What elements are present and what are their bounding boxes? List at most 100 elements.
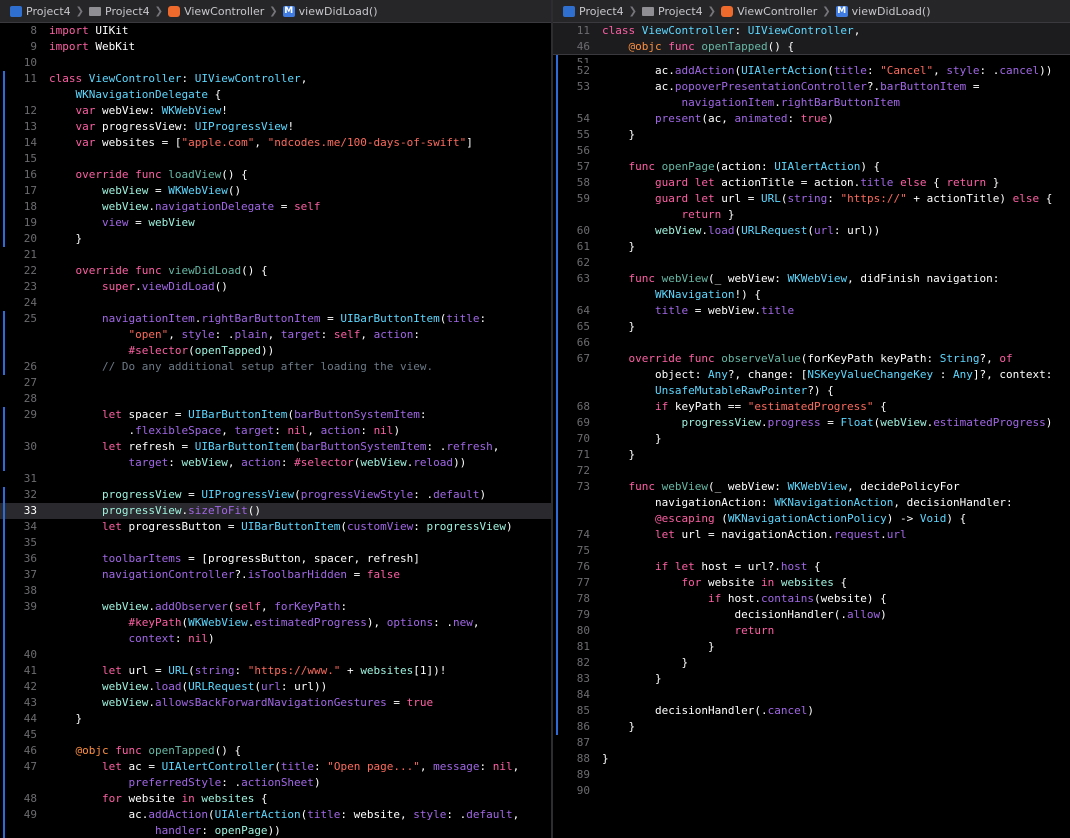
code-line[interactable]: target: webView, action: #selector(webVi… <box>0 455 551 471</box>
code-line[interactable]: navigationAction: WKNavigationAction, de… <box>553 495 1070 511</box>
sticky-header-line[interactable]: 11 class ViewController: UIViewController… <box>553 23 1070 39</box>
code-line[interactable]: 43 webView.allowsBackForwardNavigationGe… <box>0 695 551 711</box>
code-line[interactable]: 22 override func viewDidLoad() { <box>0 263 551 279</box>
code-line[interactable]: 84 <box>553 687 1070 703</box>
code-line[interactable]: 33 progressView.sizeToFit() <box>0 503 551 519</box>
code-line[interactable]: 23 super.viewDidLoad() <box>0 279 551 295</box>
code-line[interactable]: #selector(openTapped)) <box>0 343 551 359</box>
code-line[interactable]: 90 <box>553 783 1070 799</box>
code-line[interactable]: .flexibleSpace, target: nil, action: nil… <box>0 423 551 439</box>
code-line[interactable]: 8 import UIKit <box>0 23 551 39</box>
left-editor-pane[interactable]: Project4 ❯ Project4 ❯ ViewController ❯ MviewDi… <box>0 0 551 838</box>
breadcrumb-item[interactable]: ViewController <box>168 5 264 18</box>
code-line[interactable]: 37 navigationController?.isToolbarHidden… <box>0 567 551 583</box>
code-line[interactable]: 55 } <box>553 127 1070 143</box>
code-line[interactable]: 41 let url = URL(string: "https://www." … <box>0 663 551 679</box>
code-line[interactable]: 81 } <box>553 639 1070 655</box>
code-line[interactable]: 63 func webView(_ webView: WKWebView, di… <box>553 271 1070 287</box>
code-line[interactable]: 26 // Do any additional setup after load… <box>0 359 551 375</box>
code-line[interactable]: 28 <box>0 391 551 407</box>
code-line[interactable]: 58 guard let actionTitle = action.title … <box>553 175 1070 191</box>
code-line[interactable]: #keyPath(WKWebView.estimatedProgress), o… <box>0 615 551 631</box>
code-line[interactable]: 64 title = webView.title <box>553 303 1070 319</box>
code-line[interactable]: "open", style: .plain, target: self, act… <box>0 327 551 343</box>
code-line[interactable]: 45 <box>0 727 551 743</box>
code-line[interactable]: 70 } <box>553 431 1070 447</box>
breadcrumb-item[interactable]: Project4 <box>563 5 624 18</box>
breadcrumb-item[interactable]: Project4 <box>89 5 150 18</box>
code-line[interactable]: 86 } <box>553 719 1070 735</box>
code-line[interactable]: 34 let progressButton = UIBarButtonItem(… <box>0 519 551 535</box>
code-line[interactable]: 51 <box>553 55 1070 63</box>
code-line[interactable]: 88} <box>553 751 1070 767</box>
breadcrumb-item[interactable]: Project4 <box>642 5 703 18</box>
code-line[interactable]: 9 import WebKit <box>0 39 551 55</box>
code-line[interactable]: 74 let url = navigationAction.request.ur… <box>553 527 1070 543</box>
code-line[interactable]: 36 toolbarItems = [progressButton, space… <box>0 551 551 567</box>
code-line[interactable]: 62 <box>553 255 1070 271</box>
code-line[interactable]: 89 <box>553 767 1070 783</box>
code-line[interactable]: 47 let ac = UIAlertController(title: "Op… <box>0 759 551 775</box>
code-line[interactable]: @escaping (WKNavigationActionPolicy) -> … <box>553 511 1070 527</box>
code-line[interactable]: 27 <box>0 375 551 391</box>
code-line[interactable]: 32 progressView = UIProgressView(progres… <box>0 487 551 503</box>
code-line[interactable]: 46 @objc func openTapped() { <box>0 743 551 759</box>
code-line[interactable]: 49 ac.addAction(UIAlertAction(title: web… <box>0 807 551 823</box>
code-line[interactable]: 16 override func loadView() { <box>0 167 551 183</box>
code-line[interactable]: 44 } <box>0 711 551 727</box>
code-line[interactable]: WKNavigation!) { <box>553 287 1070 303</box>
code-line[interactable]: 82 } <box>553 655 1070 671</box>
code-line[interactable]: 66 <box>553 335 1070 351</box>
code-line[interactable]: 53 ac.popoverPresentationController?.bar… <box>553 79 1070 95</box>
code-line[interactable]: 42 webView.load(URLRequest(url: url)) <box>0 679 551 695</box>
code-line[interactable]: UnsafeMutableRawPointer?) { <box>553 383 1070 399</box>
code-line[interactable]: 20 } <box>0 231 551 247</box>
code-line[interactable]: 61 } <box>553 239 1070 255</box>
code-line[interactable]: 83 } <box>553 671 1070 687</box>
code-line[interactable]: WKNavigationDelegate { <box>0 87 551 103</box>
code-line[interactable]: 25 navigationItem.rightBarButtonItem = U… <box>0 311 551 327</box>
code-line[interactable]: 73 func webView(_ webView: WKWebView, de… <box>553 479 1070 495</box>
sticky-header-line[interactable]: 46 @objc func openTapped() { <box>553 39 1070 55</box>
breadcrumb-item[interactable]: Project4 <box>10 5 71 18</box>
code-line[interactable]: 78 if host.contains(website) { <box>553 591 1070 607</box>
code-line[interactable]: 65 } <box>553 319 1070 335</box>
code-line[interactable]: 38 <box>0 583 551 599</box>
code-line[interactable]: 10 <box>0 55 551 71</box>
code-line[interactable]: 21 <box>0 247 551 263</box>
code-line[interactable]: navigationItem.rightBarButtonItem <box>553 95 1070 111</box>
code-line[interactable]: 72 <box>553 463 1070 479</box>
code-line[interactable]: 14 var websites = ["apple.com", "ndcodes… <box>0 135 551 151</box>
breadcrumb-item[interactable]: MviewDidLoad() <box>835 5 930 18</box>
code-line[interactable]: 30 let refresh = UIBarButtonItem(barButt… <box>0 439 551 455</box>
left-code-area[interactable]: 8 import UIKit 9 import WebKit 10 11 class Vie… <box>0 23 551 838</box>
code-line[interactable]: object: Any?, change: [NSKeyValueChangeK… <box>553 367 1070 383</box>
code-line[interactable]: 75 <box>553 543 1070 559</box>
code-line[interactable]: 80 return <box>553 623 1070 639</box>
code-line[interactable]: 29 let spacer = UIBarButtonItem(barButto… <box>0 407 551 423</box>
breadcrumb-item[interactable]: ViewController <box>721 5 817 18</box>
code-line[interactable]: context: nil) <box>0 631 551 647</box>
right-code-area[interactable]: 11 class ViewController: UIViewController… <box>553 23 1070 838</box>
code-line[interactable]: 48 for website in websites { <box>0 791 551 807</box>
code-line[interactable]: 17 webView = WKWebView() <box>0 183 551 199</box>
code-line[interactable]: 69 progressView.progress = Float(webView… <box>553 415 1070 431</box>
code-line[interactable]: handler: openPage)) <box>0 823 551 838</box>
code-line[interactable]: 67 override func observeValue(forKeyPath… <box>553 351 1070 367</box>
code-line[interactable]: 57 func openPage(action: UIAlertAction) … <box>553 159 1070 175</box>
code-line[interactable]: 76 if let host = url?.host { <box>553 559 1070 575</box>
code-line[interactable]: 85 decisionHandler(.cancel) <box>553 703 1070 719</box>
code-line[interactable]: 12 var webView: WKWebView! <box>0 103 551 119</box>
code-line[interactable]: 18 webView.navigationDelegate = self <box>0 199 551 215</box>
right-editor-pane[interactable]: Project4 ❯ Project4 ❯ ViewController ❯ MviewDi… <box>553 0 1070 838</box>
code-line[interactable]: 19 view = webView <box>0 215 551 231</box>
code-line[interactable]: 31 <box>0 471 551 487</box>
code-line[interactable]: 59 guard let url = URL(string: "https://… <box>553 191 1070 207</box>
code-line[interactable]: 56 <box>553 143 1070 159</box>
code-line[interactable]: 77 for website in websites { <box>553 575 1070 591</box>
code-line[interactable]: 60 webView.load(URLRequest(url: url)) <box>553 223 1070 239</box>
code-line[interactable]: 52 ac.addAction(UIAlertAction(title: "Ca… <box>553 63 1070 79</box>
code-line[interactable]: 54 present(ac, animated: true) <box>553 111 1070 127</box>
code-line[interactable]: 35 <box>0 535 551 551</box>
code-line[interactable]: 39 webView.addObserver(self, forKeyPath: <box>0 599 551 615</box>
